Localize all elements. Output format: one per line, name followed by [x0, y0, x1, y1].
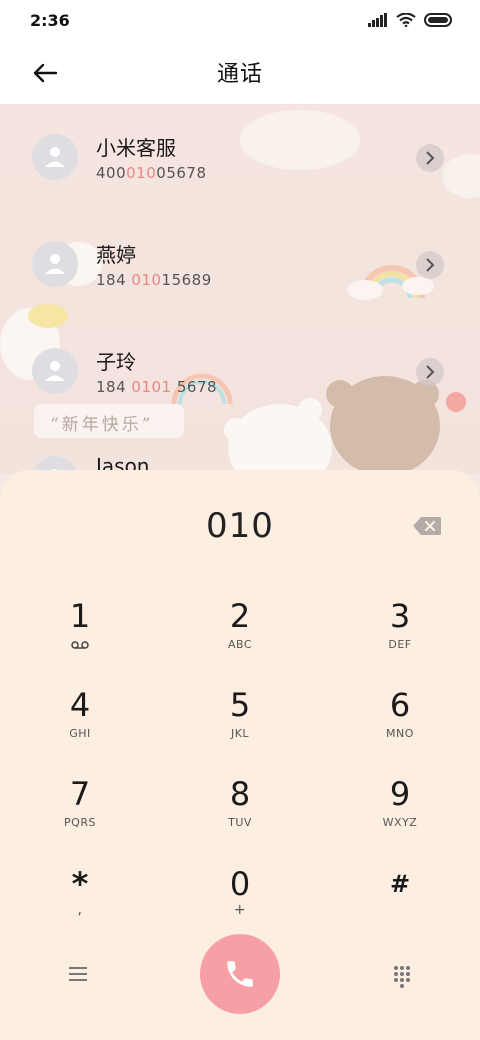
status-bar: 2:36 [0, 0, 480, 40]
avatar [32, 134, 78, 180]
avatar [32, 241, 78, 287]
contact-number: 184 0101 5678 [96, 378, 218, 396]
key-9[interactable]: 9 WXYZ [340, 776, 460, 856]
contact-detail-button[interactable] [416, 251, 444, 279]
contact-name: 子玲 [96, 350, 136, 374]
key-5[interactable]: 5 JKL [180, 687, 300, 767]
contact-list[interactable]: “新年快乐” 小米客服 40001005678 燕婷 184 01015689 … [0, 104, 480, 474]
signal-icon [368, 13, 387, 27]
battery-icon [424, 13, 452, 27]
contact-row[interactable]: 燕婷 184 01015689 [0, 211, 480, 291]
contact-number: 40001005678 [96, 164, 207, 182]
person-icon [45, 254, 65, 274]
key-6[interactable]: 6 MNO [340, 687, 460, 767]
key-2[interactable]: 2 ABC [180, 598, 300, 678]
dialed-number: 010 [206, 506, 274, 546]
key-star[interactable]: *, [20, 866, 140, 946]
backspace-icon[interactable] [412, 516, 442, 536]
voicemail-icon [71, 641, 89, 649]
key-3[interactable]: 3 DEF [340, 598, 460, 678]
call-button[interactable] [200, 934, 280, 1014]
status-icons [368, 13, 454, 27]
person-icon [45, 361, 65, 381]
chevron-right-icon [426, 151, 435, 165]
page-title: 通话 [216, 62, 263, 87]
dialpad-grid-icon[interactable] [390, 964, 414, 988]
phone-icon [227, 961, 253, 987]
app-header: 通话 [0, 40, 480, 104]
key-hash[interactable]: # [340, 866, 460, 946]
person-icon [45, 147, 65, 167]
contact-row[interactable]: 小米客服 40001005678 [0, 104, 480, 184]
contact-name: 小米客服 [96, 136, 176, 160]
key-4[interactable]: 4 GHI [20, 687, 140, 767]
avatar [32, 348, 78, 394]
key-8[interactable]: 8 TUV [180, 776, 300, 856]
menu-icon[interactable] [66, 964, 90, 984]
back-arrow-icon[interactable] [30, 58, 60, 88]
chevron-right-icon [426, 365, 435, 379]
contact-number: 184 01015689 [96, 271, 212, 289]
contact-name: 燕婷 [96, 243, 136, 267]
wifi-icon [396, 13, 416, 27]
key-7[interactable]: 7 PQRS [20, 776, 140, 856]
dialpad-panel: 010 1 2 ABC 3 DEF 4 GHI 5 JKL 6 MNO 7 PQRS 8 TU… [0, 470, 480, 1040]
chevron-right-icon [426, 258, 435, 272]
contact-detail-button[interactable] [416, 358, 444, 386]
contact-row[interactable]: Jason [0, 426, 480, 474]
contact-row[interactable]: 子玲 184 0101 5678 [0, 318, 480, 398]
contact-detail-button[interactable] [416, 144, 444, 172]
status-time: 2:36 [30, 10, 70, 30]
key-1[interactable]: 1 [20, 598, 140, 678]
